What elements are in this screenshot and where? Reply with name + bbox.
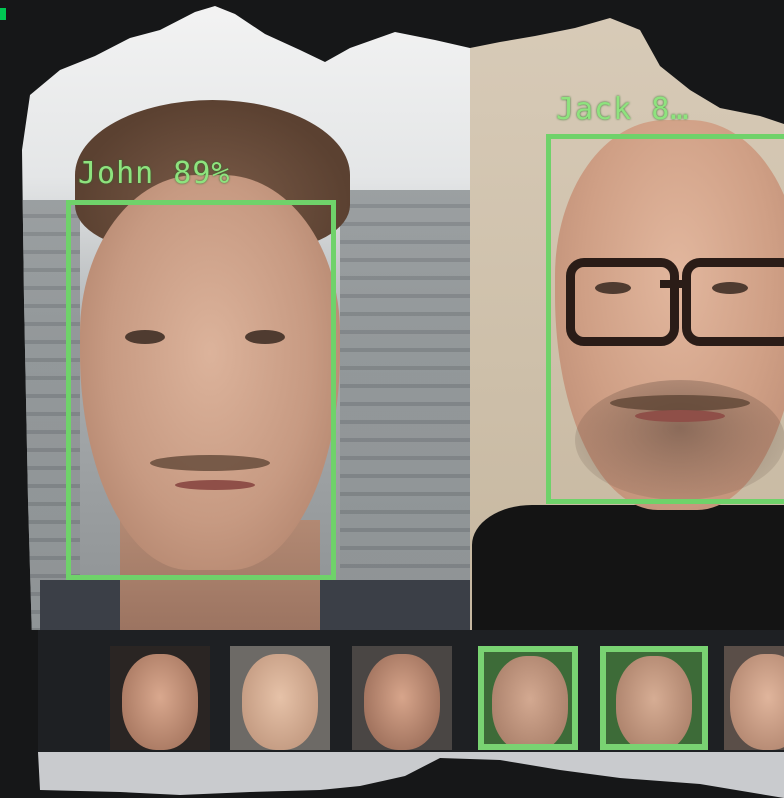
face-thumbnail-selected[interactable] (478, 646, 578, 750)
face-thumbnail[interactable] (110, 646, 210, 750)
thumbnail-face-image (364, 654, 440, 750)
face-thumbnail[interactable] (352, 646, 452, 750)
detection-label-jack: Jack 8… (556, 92, 690, 127)
face-thumbnail-selected[interactable] (600, 646, 708, 750)
thumbnail-face-image (242, 654, 318, 750)
person-jack-shirt (472, 505, 784, 630)
thumbnail-face-image (616, 656, 692, 744)
detection-label-john: John 89% (78, 156, 231, 191)
face-thumbnail[interactable] (230, 646, 330, 750)
thumbnail-face-image (730, 654, 784, 750)
thumbnail-face-image (492, 656, 568, 744)
face-thumbnail[interactable] (724, 646, 784, 750)
photo-collage: John 89% Jack 8… (22, 6, 784, 798)
detection-box-jack (546, 134, 784, 504)
face-thumbnail-strip (38, 630, 784, 752)
detection-box-john (66, 200, 336, 580)
bottom-bar (38, 752, 784, 798)
status-indicator (0, 8, 6, 20)
building-right (340, 190, 470, 630)
thumbnail-face-image (122, 654, 198, 750)
